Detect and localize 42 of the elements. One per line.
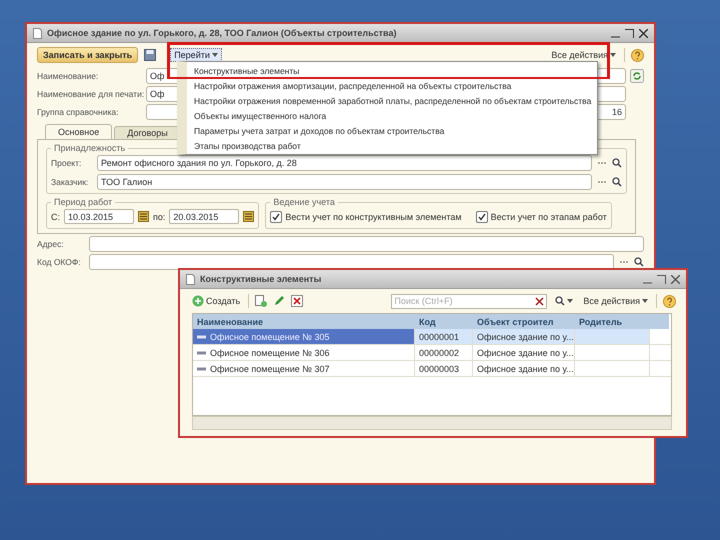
field-label: Наименование: bbox=[37, 71, 100, 81]
field-label: Проект: bbox=[51, 158, 82, 168]
menu-item[interactable]: Параметры учета затрат и доходов по объектам строительства bbox=[187, 123, 597, 138]
goto-button[interactable]: Перейти bbox=[170, 48, 222, 62]
group-title: Ведение учета bbox=[272, 197, 336, 207]
checkbox-label: Вести учет по конструктивным элементам bbox=[285, 212, 462, 222]
column-header: Объект строител bbox=[473, 314, 575, 329]
column-header: Код bbox=[415, 314, 473, 329]
all-actions-button[interactable]: Все действия bbox=[549, 50, 618, 60]
field-label: по: bbox=[153, 212, 166, 222]
window-title: Офисное здание по ул. Горького, д. 28, ТОО Галион (Объекты строительства) bbox=[47, 28, 398, 38]
date-field[interactable]: 10.03.2015 bbox=[64, 209, 134, 224]
table-cell: 00000001 bbox=[415, 329, 473, 344]
item-name: Офисное помещение № 307 bbox=[210, 364, 330, 374]
input-field[interactable]: Ремонт офисного здания по ул. Горького, д. 28 bbox=[97, 154, 592, 170]
input-field[interactable]: ТОО Галион bbox=[97, 174, 592, 190]
field-label: Наименование для печати: bbox=[37, 89, 142, 99]
field-label: С: bbox=[51, 212, 60, 222]
menu-item[interactable]: Объекты имущественного налога bbox=[187, 108, 597, 123]
group-title: Период работ bbox=[53, 197, 114, 207]
column-header: Наименование bbox=[193, 314, 415, 329]
field-label: Группа справочника: bbox=[37, 107, 120, 117]
menu-item[interactable]: Настройки отражения амортизации, распределенной на объекты строительства bbox=[187, 78, 597, 93]
create-button[interactable]: Создать bbox=[190, 295, 242, 307]
group-title: Принадлежность bbox=[53, 143, 126, 153]
menu-item[interactable]: Настройки отражения повременной заработной платы, распределенной по объектам строительства bbox=[187, 93, 597, 108]
field-label: Код ОКОФ: bbox=[37, 257, 82, 267]
menu-item[interactable]: Конструктивные элементы bbox=[187, 63, 597, 78]
table-cell[interactable]: Офисное помещение № 305 bbox=[193, 329, 415, 344]
column-header: Родитель bbox=[575, 314, 650, 329]
field-label: Адрес: bbox=[37, 239, 65, 249]
checkbox-label: Вести учет по этапам работ bbox=[490, 212, 607, 222]
menu-item[interactable]: Этапы производства работ bbox=[187, 138, 597, 153]
all-actions-button[interactable]: Все действия bbox=[581, 296, 650, 306]
tab[interactable]: Основное bbox=[45, 124, 112, 139]
table-cell: Офисное здание по у... bbox=[473, 329, 575, 344]
field-label: Заказчик: bbox=[51, 176, 90, 186]
save-close-button[interactable]: Записать и закрыть bbox=[37, 47, 138, 63]
window-title: Конструктивные элементы bbox=[200, 274, 322, 284]
date-field[interactable]: 20.03.2015 bbox=[169, 209, 240, 224]
item-name: Офисное помещение № 305 bbox=[210, 332, 330, 342]
item-name: Офисное помещение № 306 bbox=[210, 348, 330, 358]
